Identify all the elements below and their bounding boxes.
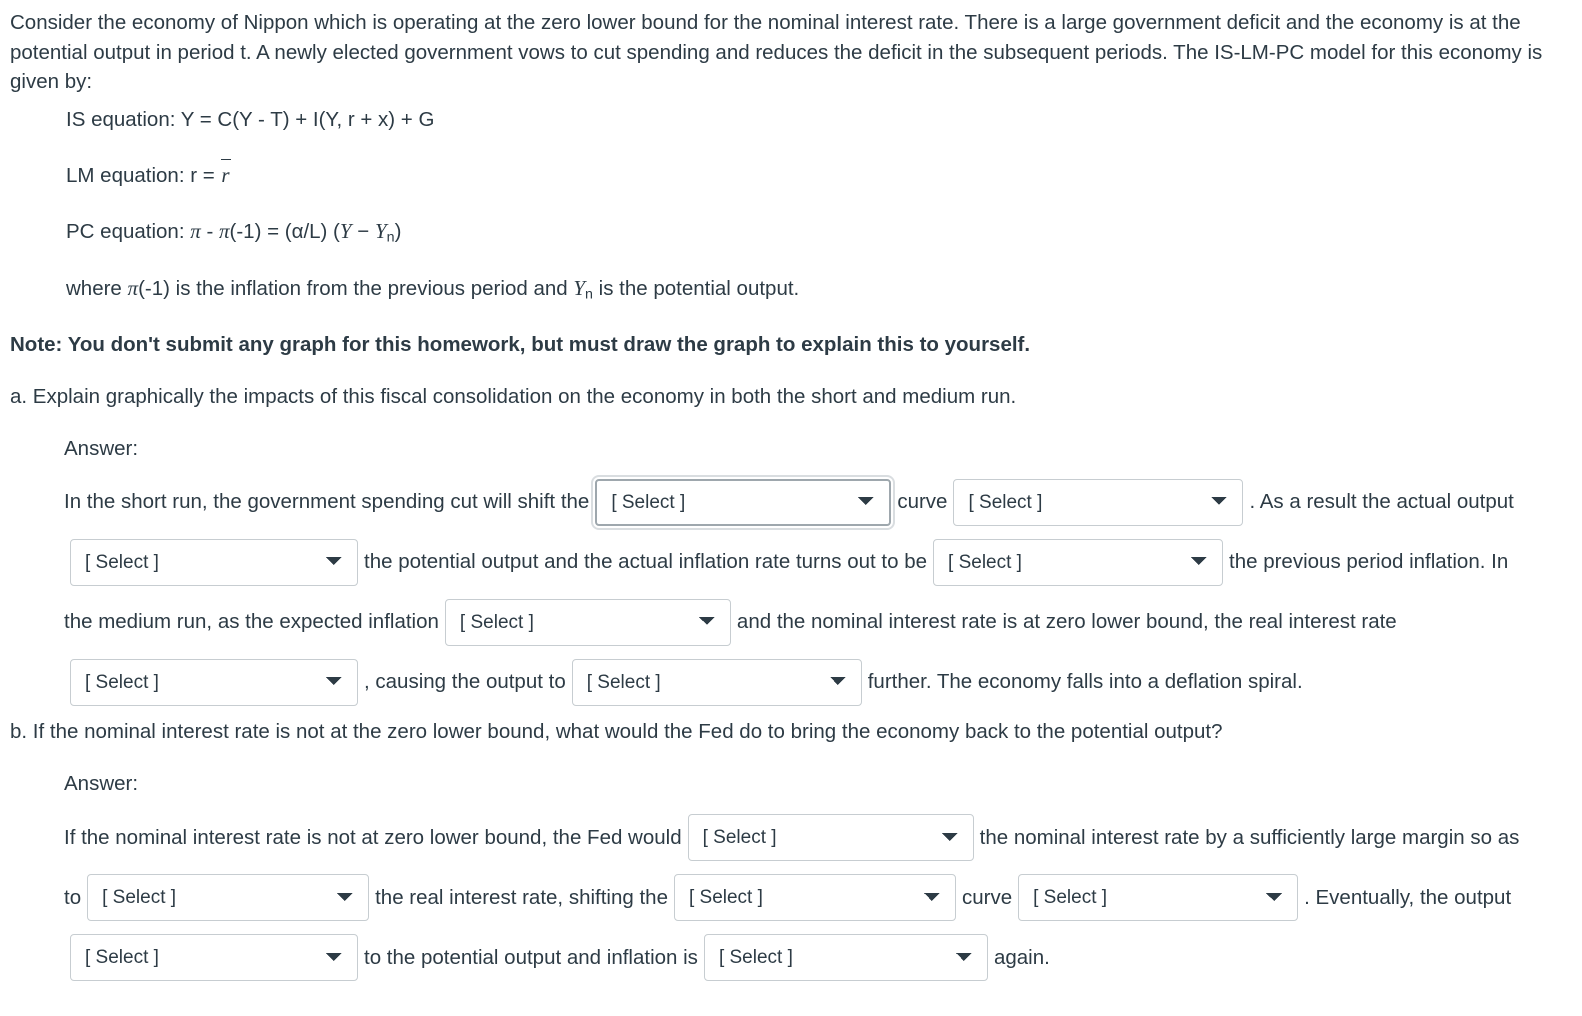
where-clause: where π(-1) is the inflation from the pr… xyxy=(66,273,1572,305)
pc-subtraction: − xyxy=(351,219,375,243)
answer-body-a: In the short run, the government spendin… xyxy=(10,477,1572,707)
where-middle-text: (-1) is the inflation from the previous … xyxy=(138,276,574,300)
Yn-symbol: Yn xyxy=(374,218,395,246)
question-block-a: a. Explain graphically the impacts of th… xyxy=(10,382,1572,707)
problem-statement: Consider the economy of Nippon which is … xyxy=(10,11,1543,94)
answer-text: curve xyxy=(897,490,948,514)
equation-block: IS equation: Y = C(Y - T) + I(Y, r + x) … xyxy=(10,105,1572,305)
inflation-vs-previous-select[interactable]: [ Select ] xyxy=(933,538,1224,586)
where-suffix: is the potential output. xyxy=(592,276,800,300)
homework-page: Consider the economy of Nippon which is … xyxy=(0,0,1582,983)
output-change-select[interactable]: [ Select ] xyxy=(571,658,862,706)
real-rate-change-select[interactable]: [ Select ] xyxy=(70,658,358,706)
answer-text: curve xyxy=(961,885,1013,909)
answer-text: , causing the output to xyxy=(364,670,566,694)
lm-equation-label: LM equation: r = xyxy=(66,163,221,187)
answer-text: the medium run, as the expected inflatio… xyxy=(64,610,439,634)
answer-text: and the nominal interest rate is at zero… xyxy=(736,610,1397,634)
answer-row: In the short run, the government spendin… xyxy=(64,477,1572,527)
pc-minus: - xyxy=(200,219,219,243)
pc-equation-label: PC equation: xyxy=(66,219,191,243)
question-text-b: b. If the nominal interest rate is not a… xyxy=(10,720,1223,744)
answer-label-a: Answer: xyxy=(64,436,139,460)
r-bar-symbol: r xyxy=(220,158,231,190)
output-vs-potential-select[interactable]: [ Select ] xyxy=(70,538,358,586)
where-pi-symbol: π xyxy=(127,275,139,300)
answer-text: to xyxy=(64,885,82,909)
output-return-select[interactable]: [ Select ] xyxy=(70,934,358,982)
pi-lag-symbol: π xyxy=(218,218,230,243)
where-Y-subscript: n xyxy=(585,286,593,303)
inflation-result-select[interactable]: [ Select ] xyxy=(703,934,988,982)
is-equation: IS equation: Y = C(Y - T) + I(Y, r + x) … xyxy=(66,108,435,132)
fed-action-select[interactable]: [ Select ] xyxy=(687,814,974,862)
answer-label-b: Answer: xyxy=(64,772,139,795)
answer-text: In the short run, the government spendin… xyxy=(64,490,590,514)
fed-curve-direction-select[interactable]: [ Select ] xyxy=(1018,874,1299,922)
shift-direction-select[interactable]: [ Select ] xyxy=(953,478,1244,526)
where-prefix: where xyxy=(66,276,128,300)
lm-equation: LM equation: r = r xyxy=(66,158,1572,191)
Yn-base: Y xyxy=(374,218,387,243)
expected-inflation-select[interactable]: [ Select ] xyxy=(444,598,731,646)
where-Yn-symbol: Yn xyxy=(573,275,593,303)
fed-curve-select[interactable]: [ Select ] xyxy=(673,874,956,922)
answer-text: the previous period inflation. In xyxy=(1229,550,1509,574)
where-Y-base: Y xyxy=(573,275,586,300)
answer-text: . As a result the actual output xyxy=(1249,490,1514,514)
answer-row: [ Select ], causing the output to[ Selec… xyxy=(64,657,1572,707)
answer-text: . Eventually, the output xyxy=(1304,885,1512,909)
real-rate-action-select[interactable]: [ Select ] xyxy=(87,874,370,922)
Yn-subscript: n xyxy=(386,229,395,246)
questions-container: a. Explain graphically the impacts of th… xyxy=(10,382,1572,983)
answer-row: [ Select ] to the potential output and in… xyxy=(64,933,1572,983)
Y-symbol: Y xyxy=(339,218,352,243)
answer-text: further. The economy falls into a deflat… xyxy=(867,670,1303,694)
answer-row: [ Select ] the potential output and the a… xyxy=(64,537,1572,587)
pi-symbol: π xyxy=(190,218,201,243)
question-block-b: b. If the nominal interest rate is not a… xyxy=(10,717,1572,982)
question-text-a: a. Explain graphically the impacts of th… xyxy=(10,384,1017,408)
answer-text: again. xyxy=(993,945,1050,969)
answer-row: to[ Select ] the real interest rate, shif… xyxy=(64,873,1572,923)
answer-text: the potential output and the actual infl… xyxy=(364,550,928,574)
answer-row: If the nominal interest rate is not at z… xyxy=(64,813,1572,863)
answer-text: to the potential output and inflation is xyxy=(364,945,698,969)
homework-note: Note: You don't submit any graph for thi… xyxy=(10,333,1031,357)
answer-text: the nominal interest rate by a sufficien… xyxy=(979,825,1520,849)
pc-close-paren: ) xyxy=(394,219,402,243)
answer-text: the real interest rate, shifting the xyxy=(375,885,668,909)
answer-row: the medium run, as the expected inflatio… xyxy=(64,597,1572,647)
shift-curve-select[interactable]: [ Select ] xyxy=(595,478,892,526)
pc-equation: PC equation: π - π(-1) = (α/L) (Y − Yn) xyxy=(66,216,1572,248)
pc-lag-text: (-1) = (α/L) ( xyxy=(229,219,340,243)
answer-text: If the nominal interest rate is not at z… xyxy=(64,825,682,849)
answer-body-b: If the nominal interest rate is not at z… xyxy=(10,813,1572,983)
